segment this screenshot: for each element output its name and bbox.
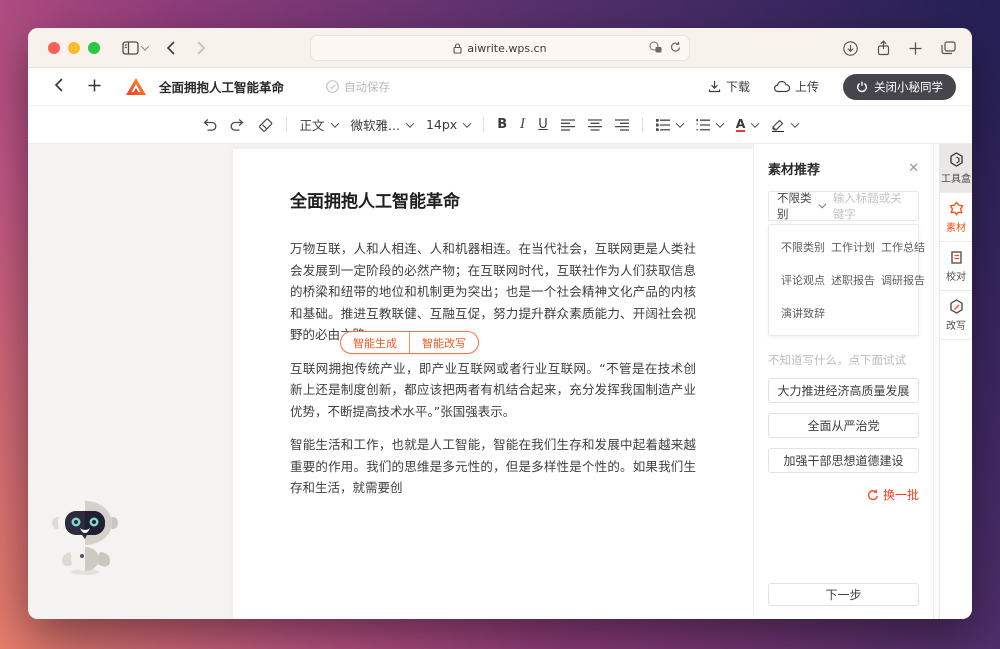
document-page[interactable]: 全面拥抱人工智能革命 万物互联，人和人相连、人和机器相连。在当代社会，互联网更是… bbox=[233, 149, 753, 619]
app-toolbar: 全面拥抱人工智能革命 自动保存 下载 上传 关闭小秘同学 bbox=[28, 68, 972, 106]
autosave-status: 自动保存 bbox=[326, 79, 390, 95]
upload-button[interactable]: 上传 bbox=[774, 78, 819, 95]
align-left-icon[interactable] bbox=[560, 118, 575, 131]
suggestion-button[interactable]: 加强干部思想道德建设 bbox=[768, 448, 919, 473]
address-bar[interactable]: aiwrite.wps.cn bbox=[310, 35, 690, 61]
rewrite-icon bbox=[949, 298, 963, 314]
wps-logo-icon[interactable] bbox=[125, 77, 147, 97]
document-title[interactable]: 全面拥抱人工智能革命 bbox=[159, 77, 284, 96]
format-toolbar: 正文 微软雅... 14px B I U A bbox=[28, 106, 972, 144]
category-option[interactable]: 工作总结 bbox=[881, 239, 925, 255]
paragraph-style-select[interactable]: 正文 bbox=[300, 115, 339, 134]
rail-item-proofread[interactable]: 校对 bbox=[940, 242, 972, 291]
suggestion-button[interactable]: 大力推进经济高质量发展 bbox=[768, 378, 919, 403]
chevron-down-icon bbox=[140, 41, 150, 51]
new-document-icon[interactable] bbox=[88, 77, 101, 97]
power-icon bbox=[857, 81, 867, 92]
minimize-window-button[interactable] bbox=[68, 41, 80, 54]
font-color-select[interactable]: A bbox=[735, 117, 760, 132]
bold-button[interactable]: B bbox=[497, 117, 507, 132]
assistant-robot-mascot[interactable] bbox=[46, 496, 124, 584]
translate-icon[interactable] bbox=[649, 41, 662, 53]
paragraph: 万物互联，人和人相连、人和机器相连。在当代社会，互联网更是人类社会发展到一定阶段… bbox=[290, 241, 696, 342]
next-step-button[interactable]: 下一步 bbox=[768, 583, 919, 606]
category-option[interactable]: 演讲致辞 bbox=[781, 305, 825, 321]
align-center-icon[interactable] bbox=[587, 118, 602, 131]
bullet-list-select[interactable] bbox=[655, 118, 685, 131]
refresh-suggestions-button[interactable]: 换一批 bbox=[768, 486, 919, 503]
proofread-icon bbox=[950, 250, 962, 264]
ai-action-popup: 智能生成 智能改写 bbox=[340, 331, 479, 354]
document-region: 全面拥抱人工智能革命 万物互联，人和人相连、人和机器相连。在当代社会，互联网更是… bbox=[28, 144, 753, 619]
main-area: 全面拥抱人工智能革命 万物互联，人和人相连、人和机器相连。在当代社会，互联网更是… bbox=[28, 144, 972, 619]
close-assistant-button[interactable]: 关闭小秘同学 bbox=[843, 73, 956, 100]
downloads-icon[interactable] bbox=[843, 40, 858, 56]
close-icon[interactable]: ✕ bbox=[908, 161, 919, 176]
rail-item-toolbox[interactable]: 工具盒 bbox=[940, 144, 972, 193]
highlight-color-select[interactable] bbox=[771, 118, 800, 132]
align-right-icon[interactable] bbox=[614, 118, 629, 131]
suggestion-hint: 不知道写什么，点下面试试 bbox=[768, 353, 906, 367]
reload-icon[interactable] bbox=[670, 41, 681, 53]
ai-rewrite-button[interactable]: 智能改写 bbox=[410, 335, 478, 351]
material-search-box[interactable]: 不限类别 输入标题或关键字 bbox=[768, 191, 919, 221]
undo-icon[interactable] bbox=[202, 118, 217, 131]
category-option[interactable]: 调研报告 bbox=[881, 272, 925, 288]
right-tool-rail: 工具盒 素材 校对 改写 bbox=[939, 144, 972, 619]
font-size-select[interactable]: 14px bbox=[426, 117, 472, 132]
redo-icon[interactable] bbox=[230, 118, 245, 131]
browser-chrome: aiwrite.wps.cn bbox=[28, 28, 972, 68]
traffic-lights bbox=[48, 41, 100, 54]
clear-format-icon[interactable] bbox=[258, 117, 273, 132]
cloud-upload-icon bbox=[774, 80, 790, 92]
back-icon[interactable] bbox=[166, 41, 175, 55]
zoom-window-button[interactable] bbox=[88, 41, 100, 54]
page-title: 全面拥抱人工智能革命 bbox=[290, 192, 460, 212]
browser-window: aiwrite.wps.cn 全面拥抱人工智能革命 自动保存 下载 上传 关闭小… bbox=[28, 28, 972, 619]
category-option[interactable]: 不限类别 bbox=[781, 239, 825, 255]
lock-icon bbox=[453, 42, 462, 54]
download-icon bbox=[708, 81, 721, 93]
download-button[interactable]: 下载 bbox=[708, 78, 750, 95]
italic-button[interactable]: I bbox=[520, 117, 525, 132]
sidebar-toggle-icon[interactable] bbox=[122, 40, 150, 55]
forward-icon[interactable] bbox=[197, 41, 206, 55]
paragraph: 智能生活和工作，也就是人工智能，智能在我们生存和发展中起着越来越重要的作用。我们… bbox=[290, 437, 696, 495]
category-filter-select[interactable]: 不限类别 bbox=[777, 190, 827, 222]
material-sidebar: 素材推荐 ✕ 不限类别 输入标题或关键字 不限类别 工作计划 工作总结 评论观点… bbox=[753, 144, 933, 619]
material-icon bbox=[948, 201, 964, 216]
font-family-select[interactable]: 微软雅... bbox=[351, 115, 415, 134]
check-circle-icon bbox=[326, 80, 339, 93]
toolbox-icon bbox=[949, 151, 963, 167]
new-tab-icon[interactable] bbox=[909, 42, 922, 55]
paragraph: 互联网拥抱传统产业，即产业互联网或者行业互联网。“不管是在技术创新上还是制度创新… bbox=[290, 360, 696, 419]
refresh-icon bbox=[867, 489, 878, 500]
share-icon[interactable] bbox=[877, 40, 890, 56]
app-back-icon[interactable] bbox=[54, 78, 63, 96]
category-option[interactable]: 评论观点 bbox=[781, 272, 825, 288]
search-placeholder: 输入标题或关键字 bbox=[832, 191, 902, 221]
suggestion-button[interactable]: 全面从严治党 bbox=[768, 413, 919, 438]
category-option[interactable]: 述职报告 bbox=[831, 272, 875, 288]
url-text: aiwrite.wps.cn bbox=[467, 41, 547, 55]
numbered-list-select[interactable] bbox=[696, 118, 725, 131]
sidebar-title: 素材推荐 bbox=[768, 163, 821, 178]
close-window-button[interactable] bbox=[48, 41, 60, 54]
underline-button[interactable]: U bbox=[538, 117, 548, 132]
rail-item-material[interactable]: 素材 bbox=[940, 193, 972, 242]
category-option[interactable]: 工作计划 bbox=[831, 239, 875, 255]
category-dropdown-panel: 不限类别 工作计划 工作总结 评论观点 述职报告 调研报告 演讲致辞 bbox=[768, 224, 925, 336]
rail-item-rewrite[interactable]: 改写 bbox=[940, 291, 972, 340]
tab-overview-icon[interactable] bbox=[941, 41, 956, 55]
ai-generate-button[interactable]: 智能生成 bbox=[341, 335, 409, 351]
